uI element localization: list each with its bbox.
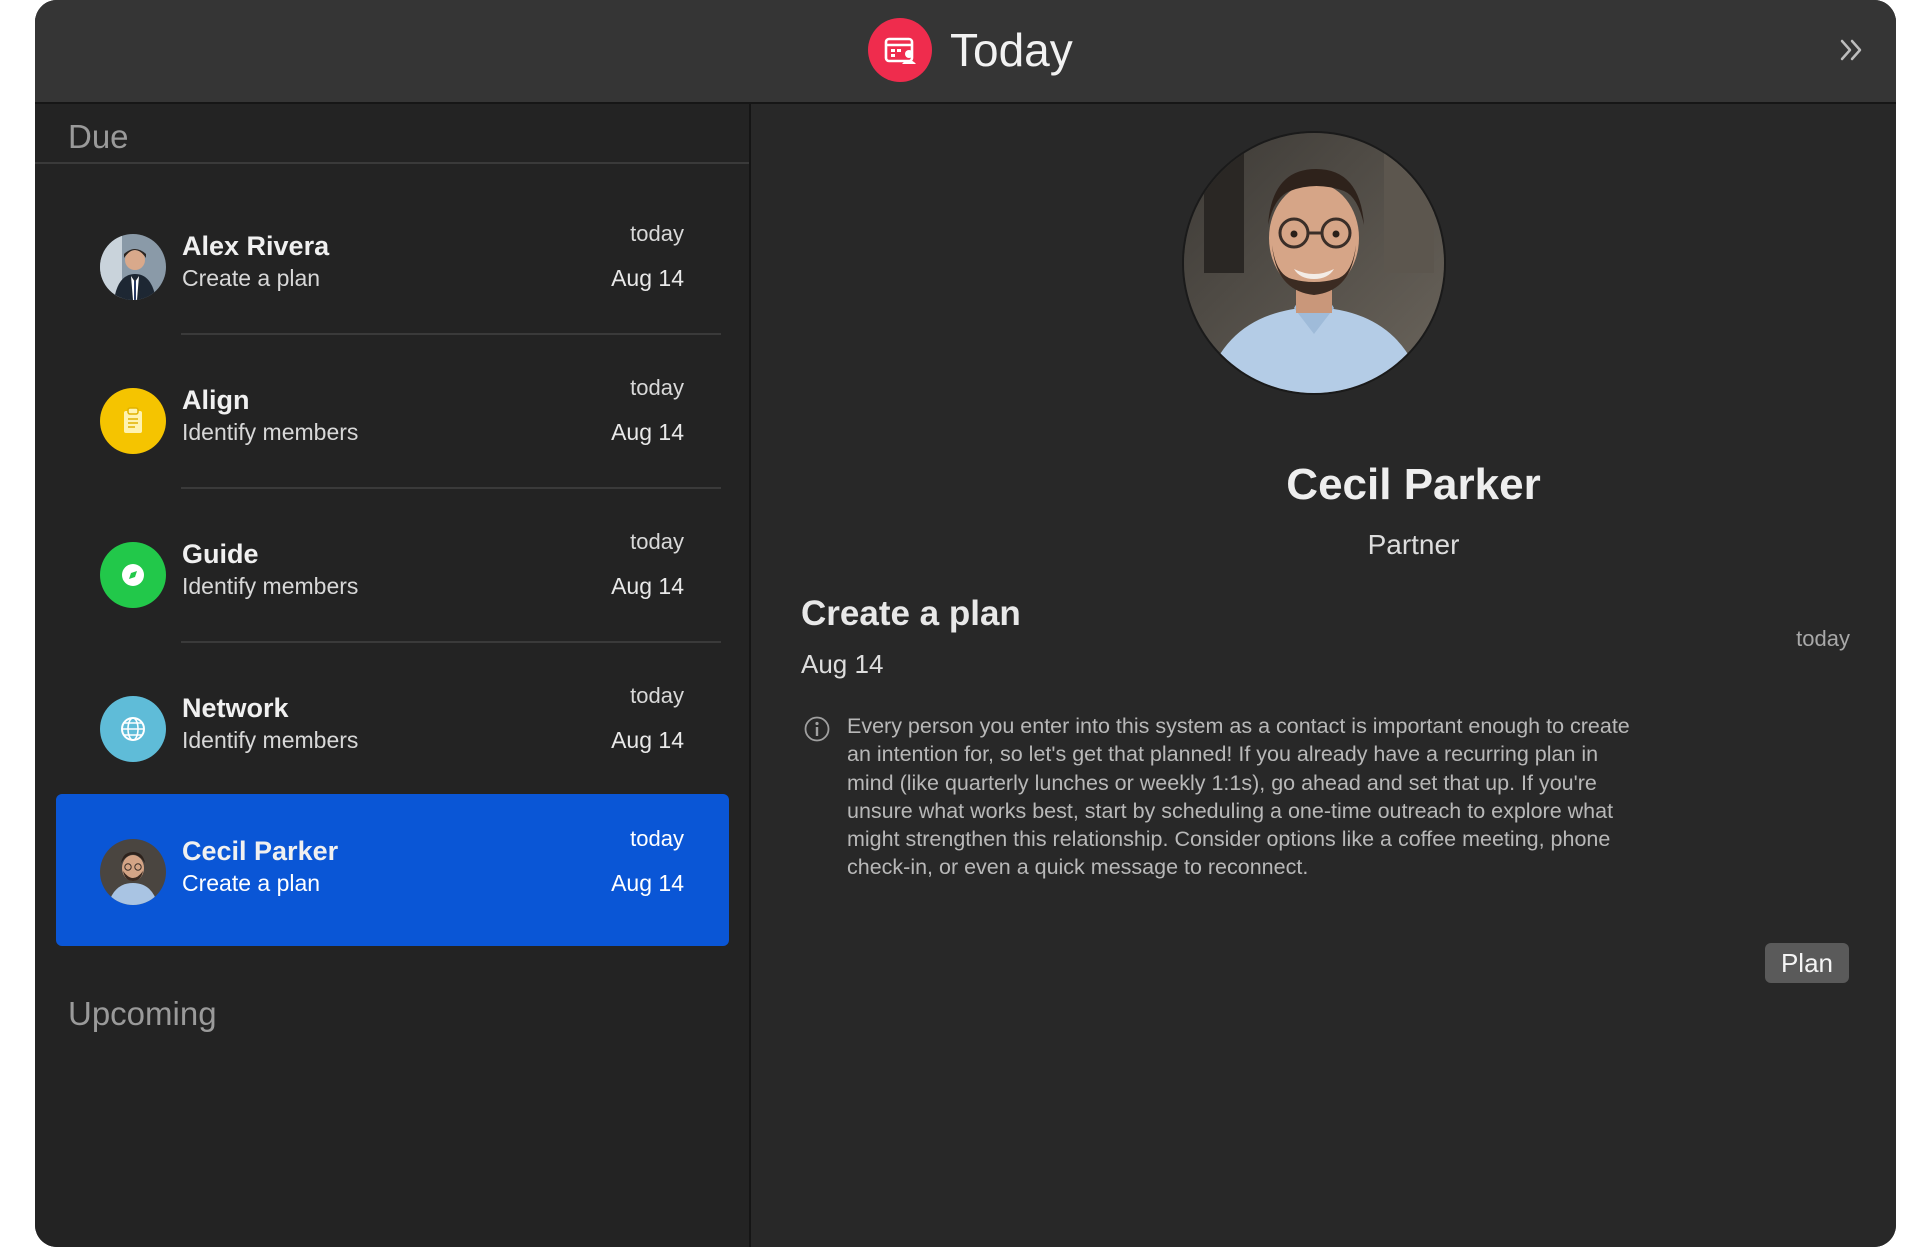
due-section-header: Due (35, 112, 749, 164)
list-item-cecil-parker[interactable]: Cecil Parker Create a plan today Aug 14 (56, 794, 729, 946)
info-icon (803, 715, 831, 743)
contact-name: Cecil Parker (1286, 460, 1541, 509)
item-name: Cecil Parker (182, 836, 339, 866)
list-item-align[interactable]: Align Identify members today Aug 14 (56, 343, 729, 495)
window-title: Today (950, 24, 1073, 76)
avatar (100, 839, 166, 905)
item-when: today (630, 529, 684, 554)
title-bar: Today (35, 0, 1896, 104)
item-subtitle: Identify members (182, 573, 359, 599)
task-date: Aug 14 (801, 649, 884, 679)
task-title: Create a plan (801, 594, 1021, 633)
item-date: Aug 14 (611, 870, 684, 896)
task-description: Every person you enter into this system … (847, 714, 1630, 880)
item-name: Align (182, 385, 250, 415)
sidebar: Due Alex Rivera Create a plan today Aug … (35, 104, 751, 1247)
task-when: today (1796, 626, 1850, 651)
plan-button[interactable]: Plan (1765, 943, 1849, 983)
upcoming-section-header: Upcoming (68, 995, 217, 1032)
row-divider (181, 333, 721, 335)
item-name: Guide (182, 539, 259, 569)
item-when: today (630, 826, 684, 851)
list-item-alex-rivera[interactable]: Alex Rivera Create a plan today Aug 14 (56, 189, 729, 341)
item-date: Aug 14 (611, 573, 684, 599)
item-when: today (630, 683, 684, 708)
item-subtitle: Identify members (182, 727, 359, 753)
item-date: Aug 14 (611, 419, 684, 445)
item-date: Aug 14 (611, 727, 684, 753)
list-item-guide[interactable]: Guide Identify members today Aug 14 (56, 497, 729, 649)
app-window: Today Due Alex Rivera Create a plan toda… (35, 0, 1896, 1247)
row-divider (181, 641, 721, 643)
item-subtitle: Identify members (182, 419, 359, 445)
item-name: Network (182, 693, 289, 723)
item-date: Aug 14 (611, 265, 684, 291)
item-name: Alex Rivera (182, 231, 330, 261)
list-item-network[interactable]: Network Identify members today Aug 14 (56, 651, 729, 803)
item-subtitle: Create a plan (182, 265, 321, 291)
row-divider (181, 487, 721, 489)
detail-pane: Cecil Parker Partner Create a plan Aug 1… (751, 104, 1896, 1247)
clipboard-icon (100, 388, 166, 454)
item-when: today (630, 221, 684, 246)
contact-photo (1184, 133, 1444, 393)
contact-role: Partner (1367, 529, 1460, 560)
item-subtitle: Create a plan (182, 870, 321, 896)
avatar (100, 234, 166, 300)
compass-icon (100, 542, 166, 608)
item-when: today (630, 375, 684, 400)
double-chevron-right-icon[interactable] (1832, 30, 1872, 70)
globe-icon (100, 696, 166, 762)
calendar-person-icon (868, 18, 932, 82)
